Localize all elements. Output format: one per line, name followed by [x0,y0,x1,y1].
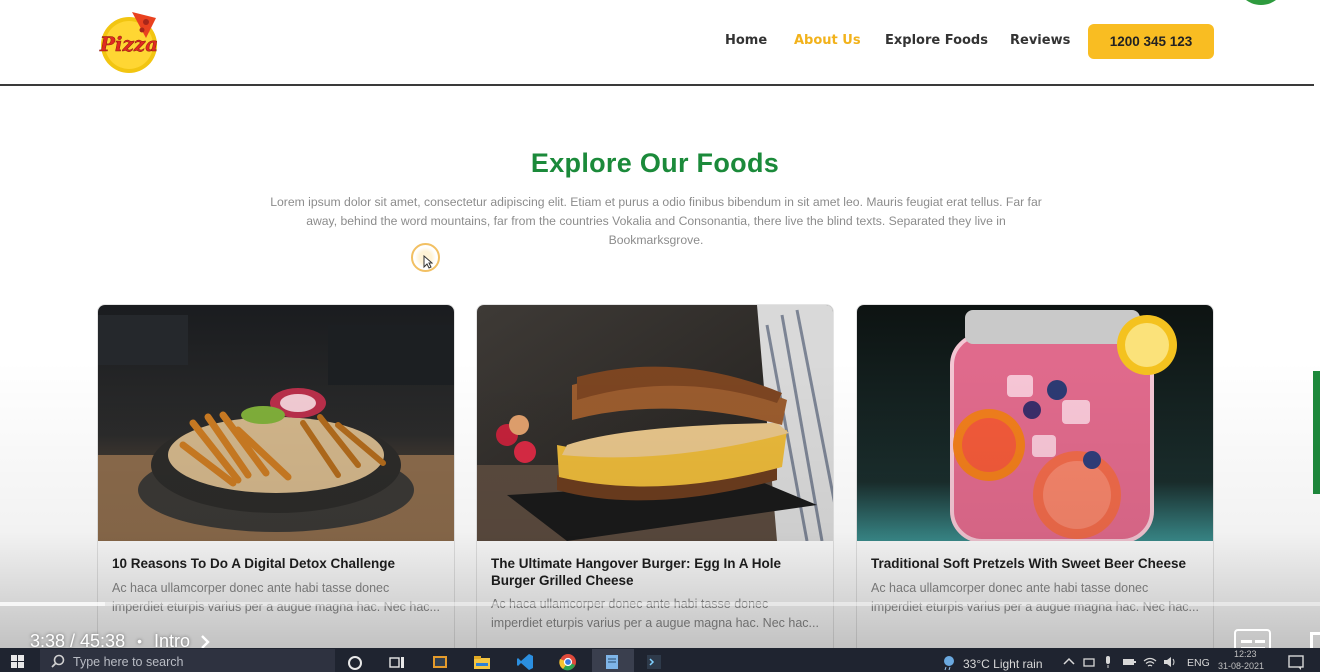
taskbar-search[interactable]: Type here to search [40,649,335,672]
decorative-green-shape [1236,0,1286,5]
language-indicator[interactable]: ENG [1187,657,1210,669]
weather-text[interactable]: 33°C Light rain [963,657,1043,671]
notepad-icon[interactable] [603,653,621,671]
onedrive-icon[interactable] [1080,653,1098,671]
site-header: Pizza Home About Us Explore Foods Review… [0,0,1314,86]
phone-button[interactable]: 1200 345 123 [1088,24,1214,59]
pizza-logo[interactable]: Pizza [96,8,162,74]
nav-about-us[interactable]: About Us [794,33,861,48]
clock-time[interactable]: 12:23 [1234,649,1257,659]
video-progress-fill [0,602,106,606]
card-title[interactable]: Traditional Soft Pretzels With Sweet Bee… [871,555,1201,572]
side-tab[interactable] [1313,371,1320,494]
vscode-icon[interactable] [516,653,534,671]
nav-explore-foods[interactable]: Explore Foods [885,33,988,48]
grilled-sandwich-image[interactable] [477,305,834,541]
svg-text:Pizza: Pizza [99,32,158,56]
media-player-icon[interactable] [431,653,449,671]
chevron-up-icon[interactable] [1060,653,1078,671]
section-title: Explore Our Foods [530,148,780,178]
section-description: Lorem ipsum dolor sit amet, consectetur … [270,195,1042,247]
nav-home[interactable]: Home [725,33,767,48]
notification-icon[interactable] [1287,653,1305,671]
clock-date[interactable]: 31-08-2021 [1218,661,1264,671]
card-title[interactable]: 10 Reasons To Do A Digital Detox Challen… [112,555,442,572]
nav-reviews[interactable]: Reviews [1010,33,1070,48]
windows-start-icon[interactable] [11,655,25,668]
food-card[interactable]: The Ultimate Hangover Burger: Egg In A H… [476,304,834,664]
battery-icon[interactable] [1120,653,1138,671]
wifi-icon[interactable] [1141,653,1159,671]
microphone-icon[interactable] [1099,653,1117,671]
card-excerpt: Ac haca ullamcorper donec ante habi tass… [871,581,1199,614]
separator-dot: • [137,633,143,650]
task-view-icon[interactable] [388,653,406,671]
cortana-icon[interactable] [346,653,364,671]
berry-lemonade-image[interactable] [857,305,1214,541]
search-icon [51,654,65,668]
video-progress-bar[interactable] [0,602,1320,606]
click-highlight-cursor-icon [411,243,440,272]
chrome-icon[interactable] [559,653,577,671]
terminal-app-icon[interactable] [645,653,663,671]
fries-bowl-image[interactable] [98,305,455,541]
food-card[interactable]: Traditional Soft Pretzels With Sweet Bee… [856,304,1214,664]
weather-rain-icon[interactable] [940,653,958,671]
search-placeholder: Type here to search [73,655,184,669]
card-title[interactable]: The Ultimate Hangover Burger: Egg In A H… [491,555,821,589]
card-excerpt: Ac haca ullamcorper donec ante habi tass… [112,581,440,614]
file-explorer-icon[interactable] [473,653,491,671]
card-excerpt: Ac haca ullamcorper donec ante habi tass… [491,597,819,630]
volume-icon[interactable] [1161,653,1179,671]
food-card[interactable]: 10 Reasons To Do A Digital Detox Challen… [97,304,455,664]
